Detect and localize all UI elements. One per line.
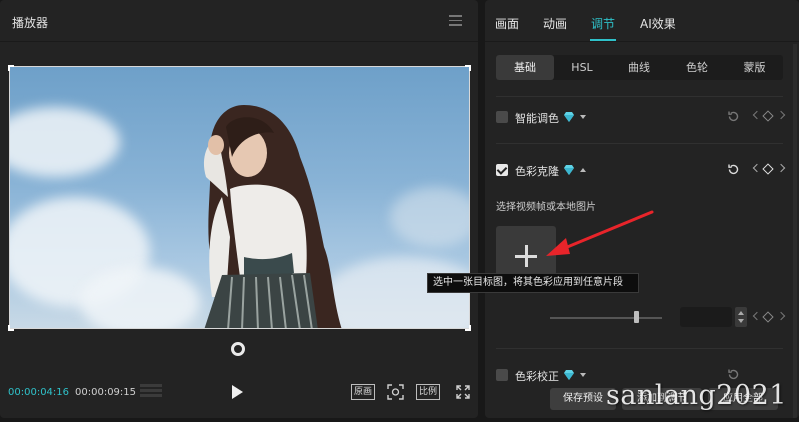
smart-color-label: 智能调色: [515, 112, 559, 125]
tab-picture[interactable]: 画面: [495, 15, 519, 32]
keyframe-controls: [727, 163, 787, 177]
prev-keyframe-icon[interactable]: [752, 163, 762, 173]
fullscreen-icon[interactable]: [456, 385, 470, 399]
preview-frame[interactable]: [9, 66, 470, 329]
crop-corner[interactable]: [465, 65, 471, 71]
menu-icon[interactable]: [449, 15, 462, 26]
reset-icon[interactable]: [727, 110, 740, 123]
original-button[interactable]: 原画: [351, 384, 376, 400]
player-title: 播放器: [12, 16, 49, 30]
player-header: 播放器: [0, 0, 478, 42]
panel-tabs: 画面 动画 调节 AI效果: [485, 0, 799, 42]
subtab-curves[interactable]: 曲线: [610, 55, 668, 80]
slider-thumb[interactable]: [634, 311, 639, 323]
diamond-vip-icon: [564, 165, 574, 175]
crop-corner[interactable]: [8, 325, 14, 331]
color-correct-checkbox[interactable]: [496, 369, 508, 381]
tab-ai-effects[interactable]: AI效果: [640, 15, 676, 32]
crop-corner[interactable]: [465, 325, 471, 331]
chevron-down-icon[interactable]: [580, 373, 586, 377]
next-keyframe-icon[interactable]: [776, 163, 786, 173]
divider: [496, 143, 783, 144]
chevron-down-icon[interactable]: [580, 115, 586, 119]
watermark: sanlang2021: [606, 380, 787, 411]
keyframe-controls: [727, 311, 787, 325]
reset-icon[interactable]: [727, 163, 740, 176]
total-time: 00:00:09:15: [75, 387, 137, 398]
next-keyframe-icon[interactable]: [776, 110, 786, 120]
color-correct-label: 色彩校正: [515, 370, 559, 383]
crop-corner[interactable]: [8, 65, 14, 71]
waveform-icon[interactable]: [140, 384, 162, 400]
smart-color-checkbox[interactable]: [496, 111, 508, 123]
keyframe-icon[interactable]: [762, 110, 774, 122]
player-controls: 00:00:04:16 00:00:09:15 原画 比例: [0, 375, 478, 411]
current-time: 00:00:04:16: [8, 387, 70, 398]
focus-icon[interactable]: [387, 384, 404, 400]
scrollbar[interactable]: [793, 44, 797, 418]
color-clone-checkbox[interactable]: [496, 164, 508, 176]
subtab-mask[interactable]: 蒙版: [726, 55, 783, 80]
chevron-up-icon[interactable]: [580, 168, 586, 172]
woman-photo: [203, 105, 342, 328]
subtab-hsl[interactable]: HSL: [554, 55, 610, 80]
diamond-vip-icon: [564, 112, 574, 122]
divider: [496, 96, 783, 97]
tab-adjust[interactable]: 调节: [591, 15, 615, 32]
ratio-button[interactable]: 比例: [416, 384, 441, 400]
preview-canvas: [0, 43, 478, 356]
color-clone-label: 色彩克隆: [515, 165, 559, 178]
prev-keyframe-icon[interactable]: [752, 311, 762, 321]
divider: [496, 348, 783, 349]
intensity-slider[interactable]: [550, 317, 662, 319]
rotate-handle[interactable]: [231, 342, 245, 356]
tab-animation[interactable]: 动画: [543, 15, 567, 32]
next-keyframe-icon[interactable]: [776, 311, 786, 321]
keyframe-icon[interactable]: [762, 311, 774, 323]
player-panel: 播放器 00:00:04:16 00:00:09:15 原画 比例: [0, 0, 478, 418]
subtab-basic[interactable]: 基础: [496, 55, 554, 80]
intensity-input[interactable]: [680, 307, 732, 327]
prev-keyframe-icon[interactable]: [752, 110, 762, 120]
play-button[interactable]: [232, 385, 243, 399]
subtabs: 基础 HSL 曲线 色轮 蒙版: [496, 55, 783, 80]
subtab-color-wheel[interactable]: 色轮: [668, 55, 726, 80]
active-tab-indicator: [590, 39, 616, 41]
keyframe-icon[interactable]: [762, 163, 774, 175]
keyframe-controls: [727, 110, 787, 124]
tooltip: 选中一张目标图，将其色彩应用到任意片段: [427, 273, 639, 293]
diamond-vip-icon: [564, 370, 574, 380]
annotation-arrow: [546, 210, 654, 256]
cloud: [390, 187, 469, 247]
